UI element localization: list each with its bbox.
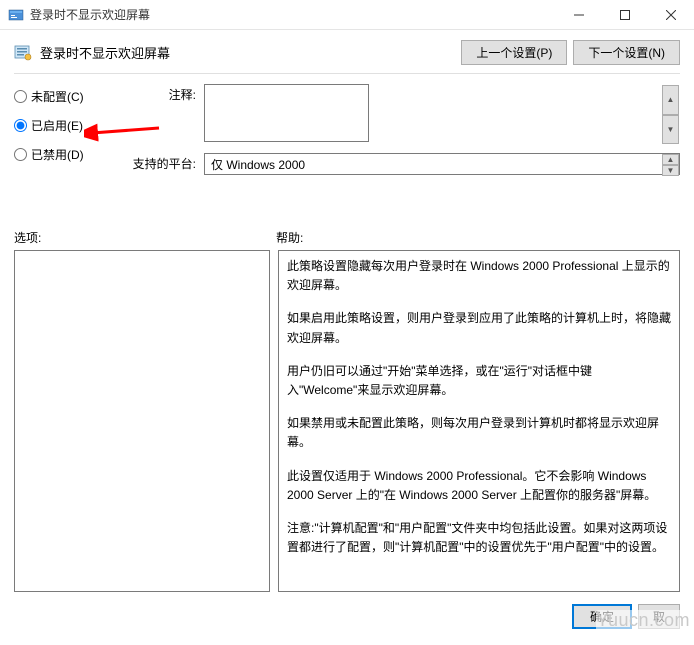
- help-label: 帮助:: [276, 229, 303, 246]
- radio-not-configured-input[interactable]: [14, 90, 27, 103]
- platform-label: 支持的平台:: [132, 153, 204, 172]
- policy-icon: [14, 44, 32, 62]
- prev-setting-button[interactable]: 上一个设置(P): [461, 40, 567, 65]
- options-label: 选项:: [14, 229, 276, 246]
- comment-spin-up[interactable]: ▲: [662, 85, 679, 115]
- help-p2: 如果启用此策略设置，则用户登录到应用了此策略的计算机上时，将隐藏欢迎屏幕。: [287, 309, 671, 347]
- radio-disabled-label: 已禁用(D): [31, 146, 84, 163]
- window-title: 登录时不显示欢迎屏幕: [30, 6, 150, 23]
- config-area: 未配置(C) 已启用(E) 已禁用(D) 注释: ▲ ▼ 支持的平台: 仅 Wi: [0, 84, 694, 183]
- help-p6: 注意:"计算机配置"和"用户配置"文件夹中均包括此设置。如果对这两项设置都进行了…: [287, 519, 671, 557]
- radio-disabled[interactable]: 已禁用(D): [14, 146, 114, 163]
- radio-not-configured-label: 未配置(C): [31, 88, 84, 105]
- comment-row: 注释: ▲ ▼: [132, 84, 680, 145]
- help-box[interactable]: 此策略设置隐藏每次用户登录时在 Windows 2000 Professiona…: [278, 250, 680, 592]
- policy-title: 登录时不显示欢迎屏幕: [40, 43, 170, 62]
- nav-buttons: 上一个设置(P) 下一个设置(N): [461, 40, 680, 65]
- header-row: 登录时不显示欢迎屏幕 上一个设置(P) 下一个设置(N): [0, 30, 694, 73]
- help-p4: 如果禁用或未配置此策略，则每次用户登录到计算机时都将显示欢迎屏幕。: [287, 414, 671, 452]
- minimize-button[interactable]: [556, 0, 602, 30]
- help-p1: 此策略设置隐藏每次用户登录时在 Windows 2000 Professiona…: [287, 257, 671, 295]
- options-box: [14, 250, 270, 592]
- comment-spin: ▲ ▼: [662, 85, 679, 144]
- help-p5: 此设置仅适用于 Windows 2000 Professional。它不会影响 …: [287, 467, 671, 505]
- comment-label: 注释:: [132, 84, 204, 103]
- titlebar: 登录时不显示欢迎屏幕: [0, 0, 694, 30]
- platform-spin-up[interactable]: ▲: [662, 154, 679, 165]
- radio-column: 未配置(C) 已启用(E) 已禁用(D): [14, 84, 114, 183]
- comment-input[interactable]: [204, 84, 369, 142]
- divider: [14, 73, 680, 74]
- close-button[interactable]: [648, 0, 694, 30]
- radio-not-configured[interactable]: 未配置(C): [14, 88, 114, 105]
- radio-enabled-label: 已启用(E): [31, 117, 83, 134]
- lower-area: 此策略设置隐藏每次用户登录时在 Windows 2000 Professiona…: [0, 250, 694, 592]
- platform-value: 仅 Windows 2000: [204, 153, 680, 175]
- fields-column: 注释: ▲ ▼ 支持的平台: 仅 Windows 2000 ▲ ▼: [132, 84, 680, 183]
- radio-enabled[interactable]: 已启用(E): [14, 117, 114, 134]
- window-controls: [556, 0, 694, 30]
- comment-spin-down[interactable]: ▼: [662, 115, 679, 145]
- platform-row: 支持的平台: 仅 Windows 2000 ▲ ▼: [132, 153, 680, 175]
- maximize-button[interactable]: [602, 0, 648, 30]
- radio-enabled-input[interactable]: [14, 119, 27, 132]
- mid-labels: 选项: 帮助:: [0, 183, 694, 250]
- platform-spin-down[interactable]: ▼: [662, 165, 679, 176]
- help-p3: 用户仍旧可以通过"开始"菜单选择，或在"运行"对话框中键入"Welcome"来显…: [287, 362, 671, 400]
- next-setting-button[interactable]: 下一个设置(N): [573, 40, 680, 65]
- platform-spin: ▲ ▼: [662, 154, 679, 174]
- app-icon: [8, 7, 24, 23]
- footer-buttons: 确定 取: [0, 592, 694, 641]
- watermark: Yuucn.com: [596, 610, 694, 631]
- radio-disabled-input[interactable]: [14, 148, 27, 161]
